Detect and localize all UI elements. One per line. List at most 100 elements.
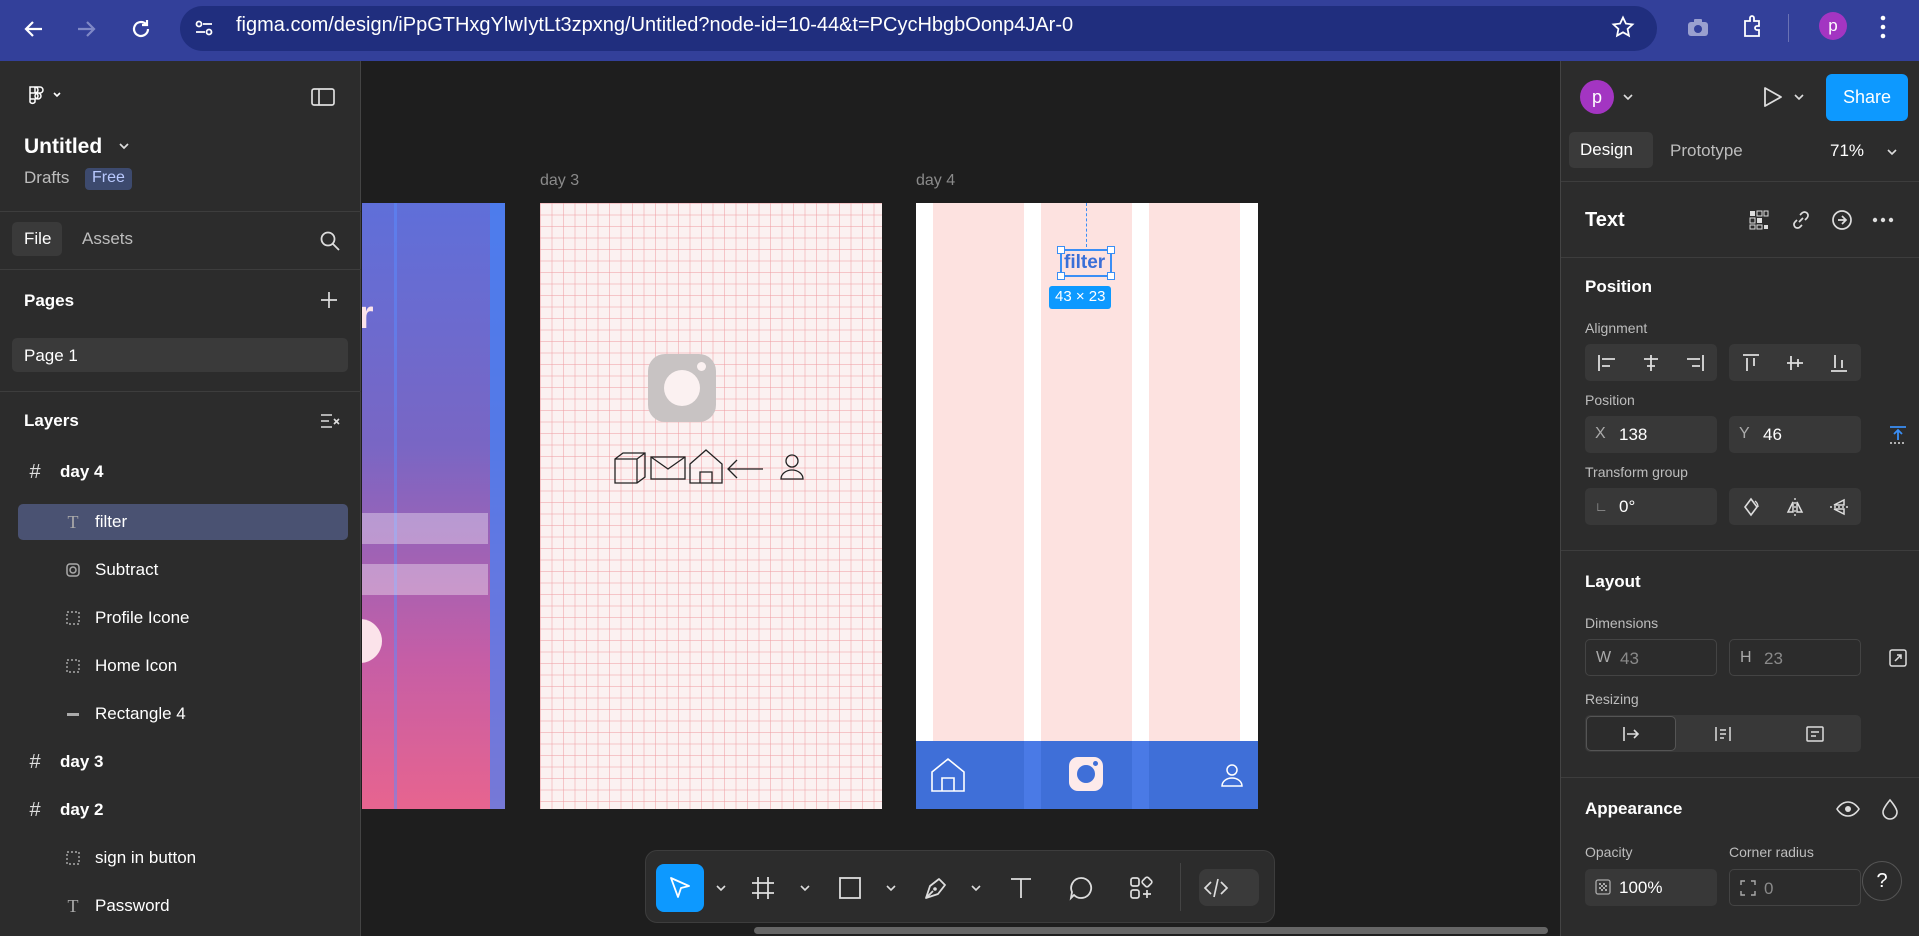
align-left-button[interactable] bbox=[1585, 344, 1629, 381]
file-location[interactable]: Drafts bbox=[24, 168, 69, 188]
tab-file[interactable]: File bbox=[12, 222, 62, 256]
url-text[interactable]: figma.com/design/iPpGTHxgYlwIytLt3zpxng/… bbox=[236, 14, 1073, 37]
move-tool[interactable] bbox=[656, 864, 704, 912]
chevron-down-icon[interactable] bbox=[1622, 93, 1634, 101]
chevron-down-icon[interactable] bbox=[1793, 93, 1805, 101]
resize-handle[interactable] bbox=[1107, 272, 1115, 280]
selection-box[interactable]: filter bbox=[1057, 246, 1115, 280]
shape-tool[interactable] bbox=[826, 864, 874, 912]
user-avatar[interactable]: p bbox=[1580, 80, 1614, 114]
eye-icon[interactable] bbox=[1836, 800, 1860, 818]
blend-mode-drop-icon[interactable] bbox=[1881, 798, 1899, 820]
y-value[interactable]: 46 bbox=[1763, 425, 1782, 445]
chevron-down-icon[interactable] bbox=[715, 884, 727, 892]
layer-day-2[interactable]: # day 2 bbox=[18, 792, 348, 828]
layer-profile-icone[interactable]: Profile Icone bbox=[18, 600, 348, 636]
layer-password[interactable]: T Password bbox=[18, 888, 348, 924]
flip-horizontal-button[interactable] bbox=[1773, 488, 1817, 525]
corner-radius-value[interactable]: 0 bbox=[1764, 879, 1773, 899]
text-tool[interactable] bbox=[997, 864, 1045, 912]
file-title[interactable]: Untitled bbox=[24, 135, 102, 159]
search-icon[interactable] bbox=[319, 230, 341, 252]
chevron-down-icon[interactable] bbox=[970, 884, 982, 892]
back-button[interactable] bbox=[17, 12, 51, 46]
align-top-button[interactable] bbox=[1729, 344, 1773, 381]
site-settings-icon[interactable] bbox=[193, 17, 215, 39]
height-field[interactable]: H 23 bbox=[1729, 639, 1861, 676]
layer-home-icon[interactable]: Home Icon bbox=[18, 648, 348, 684]
constraints-icon[interactable] bbox=[1888, 425, 1908, 445]
extensions-puzzle-icon[interactable] bbox=[1741, 14, 1765, 40]
browser-menu-icon[interactable] bbox=[1879, 14, 1887, 40]
component-instance-icon[interactable] bbox=[1831, 209, 1853, 231]
align-bottom-button[interactable] bbox=[1817, 344, 1861, 381]
rotation-field[interactable]: ∟ 0° bbox=[1585, 488, 1717, 525]
resize-handle[interactable] bbox=[1107, 246, 1115, 254]
layer-subtract[interactable]: Subtract bbox=[18, 552, 348, 588]
frame-label-day-4[interactable]: day 4 bbox=[916, 172, 955, 190]
opacity-field[interactable]: 100% bbox=[1585, 869, 1717, 906]
frame-tool[interactable] bbox=[739, 864, 787, 912]
corner-radius-field[interactable]: 0 bbox=[1729, 869, 1861, 906]
layer-day-4[interactable]: # day 4 bbox=[18, 454, 348, 490]
rotation-value[interactable]: 0° bbox=[1619, 497, 1635, 517]
more-options-icon[interactable] bbox=[1872, 217, 1894, 223]
resize-to-fit-icon[interactable] bbox=[1888, 648, 1908, 668]
plan-badge[interactable]: Free bbox=[85, 168, 132, 190]
chevron-down-icon[interactable] bbox=[799, 884, 811, 892]
align-middle-button[interactable] bbox=[1773, 344, 1817, 381]
opacity-value[interactable]: 100% bbox=[1619, 878, 1662, 898]
pen-tool[interactable] bbox=[912, 864, 960, 912]
add-page-icon[interactable] bbox=[319, 290, 339, 310]
chevron-down-icon[interactable] bbox=[885, 884, 897, 892]
y-position-field[interactable]: Y 46 bbox=[1729, 416, 1861, 453]
collapse-layers-icon[interactable] bbox=[319, 411, 341, 431]
actions-tool[interactable] bbox=[1117, 864, 1165, 912]
camera-extension-icon[interactable] bbox=[1686, 15, 1710, 39]
comment-tool[interactable] bbox=[1057, 864, 1105, 912]
forward-button[interactable] bbox=[69, 12, 103, 46]
tab-assets[interactable]: Assets bbox=[82, 229, 133, 249]
dev-mode-toggle[interactable] bbox=[1199, 869, 1259, 906]
share-button[interactable]: Share bbox=[1826, 74, 1908, 121]
present-play-icon[interactable] bbox=[1760, 85, 1784, 109]
main-menu-button[interactable] bbox=[26, 85, 64, 107]
share-label: Share bbox=[1843, 87, 1892, 107]
x-value[interactable]: 138 bbox=[1619, 425, 1647, 445]
zoom-level[interactable]: 71% bbox=[1830, 141, 1864, 161]
link-icon[interactable] bbox=[1790, 209, 1812, 231]
chevron-down-icon[interactable] bbox=[1886, 148, 1898, 156]
frame-label-day-3[interactable]: day 3 bbox=[540, 172, 579, 190]
bookmark-star-icon[interactable] bbox=[1611, 15, 1635, 39]
toggle-sidebar-icon[interactable] bbox=[311, 88, 335, 106]
x-position-field[interactable]: X 138 bbox=[1585, 416, 1717, 453]
width-field[interactable]: W 43 bbox=[1585, 639, 1717, 676]
layer-day-3[interactable]: # day 3 bbox=[18, 744, 348, 780]
rotate-button[interactable] bbox=[1729, 488, 1773, 525]
w-value[interactable]: 43 bbox=[1620, 649, 1639, 669]
layer-filter[interactable]: T filter bbox=[18, 504, 348, 540]
frame-day-2[interactable]: r bbox=[362, 203, 505, 809]
horizontal-scrollbar[interactable] bbox=[754, 927, 1548, 934]
frame-day-3[interactable] bbox=[540, 203, 882, 809]
frame-day-4[interactable]: filter 43 × 23 bbox=[916, 203, 1258, 809]
reload-button[interactable] bbox=[124, 12, 158, 46]
chevron-down-icon[interactable] bbox=[118, 141, 130, 151]
align-right-button[interactable] bbox=[1673, 344, 1717, 381]
h-value[interactable]: 23 bbox=[1764, 649, 1783, 669]
help-button[interactable]: ? bbox=[1862, 861, 1902, 901]
tab-prototype[interactable]: Prototype bbox=[1670, 141, 1743, 161]
filter-text[interactable]: filter bbox=[1064, 252, 1105, 274]
layer-sign-in-button[interactable]: sign in button bbox=[18, 840, 348, 876]
page-item-page-1[interactable]: Page 1 bbox=[12, 338, 348, 372]
design-canvas[interactable]: r day 3 day 4 filter 43 × 23 bbox=[362, 61, 1560, 936]
fixed-size-button[interactable] bbox=[1769, 715, 1861, 752]
auto-height-button[interactable] bbox=[1677, 715, 1769, 752]
align-center-button[interactable] bbox=[1629, 344, 1673, 381]
grid-icon[interactable] bbox=[1748, 209, 1770, 231]
flip-vertical-button[interactable] bbox=[1817, 488, 1861, 525]
auto-width-button[interactable] bbox=[1586, 716, 1676, 751]
profile-avatar[interactable]: p bbox=[1819, 12, 1847, 40]
tab-design[interactable]: Design bbox=[1569, 132, 1653, 168]
layer-rectangle-4[interactable]: Rectangle 4 bbox=[18, 696, 348, 732]
